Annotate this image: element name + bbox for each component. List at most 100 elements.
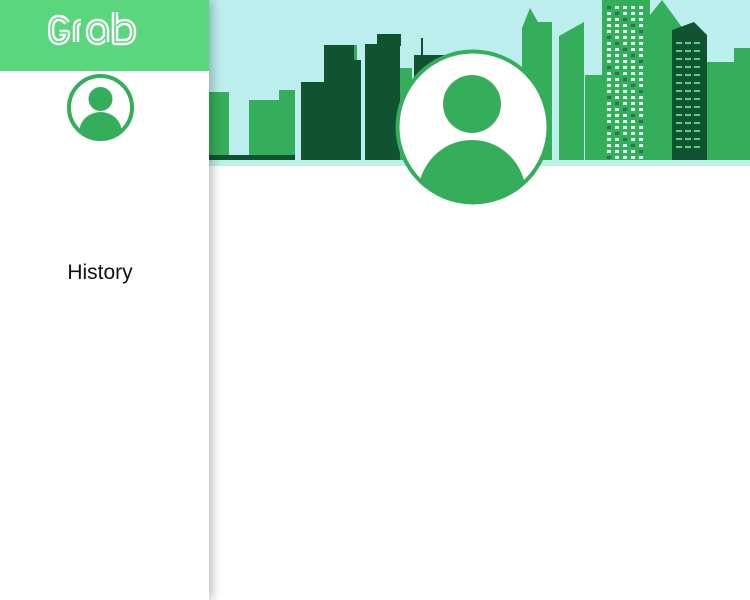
window — [685, 82, 691, 84]
window — [639, 72, 643, 75]
window — [639, 78, 643, 81]
window — [623, 156, 627, 159]
window — [607, 72, 611, 75]
window — [639, 138, 643, 141]
window — [631, 90, 635, 93]
window — [607, 6, 611, 9]
window — [623, 90, 627, 93]
window — [607, 138, 611, 141]
window — [639, 6, 643, 9]
window — [607, 156, 611, 159]
window — [623, 18, 627, 21]
window — [631, 60, 635, 63]
window — [631, 30, 635, 33]
window — [639, 36, 643, 39]
window — [631, 96, 635, 99]
window — [676, 114, 682, 116]
window — [607, 102, 611, 105]
window — [607, 36, 611, 39]
window — [623, 126, 627, 129]
window — [685, 66, 691, 68]
window — [607, 60, 611, 63]
window — [389, 138, 392, 143]
window — [639, 42, 643, 45]
window — [685, 146, 691, 148]
window — [615, 78, 619, 81]
window — [639, 132, 643, 135]
window — [623, 120, 627, 123]
window — [615, 6, 619, 9]
window — [383, 93, 386, 98]
sidebar-item-history[interactable]: History — [0, 253, 200, 293]
window — [639, 12, 643, 15]
window — [623, 84, 627, 87]
window — [631, 108, 635, 111]
window — [631, 18, 635, 21]
window — [631, 102, 635, 105]
window — [631, 156, 635, 159]
window — [615, 120, 619, 123]
window — [694, 58, 700, 60]
window — [639, 48, 643, 51]
window — [615, 66, 619, 69]
window — [615, 54, 619, 57]
window — [615, 102, 619, 105]
window — [631, 66, 635, 69]
window — [383, 84, 386, 89]
window — [639, 108, 643, 111]
window — [389, 147, 392, 152]
window — [377, 111, 380, 116]
window — [615, 12, 619, 15]
window — [389, 102, 392, 107]
window — [623, 144, 627, 147]
window — [694, 82, 700, 84]
window — [383, 120, 386, 125]
window — [676, 122, 682, 124]
window — [377, 93, 380, 98]
window — [631, 138, 635, 141]
window — [694, 130, 700, 132]
window — [685, 106, 691, 108]
window — [607, 96, 611, 99]
window — [389, 84, 392, 89]
window — [639, 90, 643, 93]
window — [615, 48, 619, 51]
window — [631, 114, 635, 117]
window — [685, 42, 691, 44]
window — [389, 93, 392, 98]
window — [694, 138, 700, 140]
window — [676, 146, 682, 148]
window — [607, 144, 611, 147]
window — [639, 54, 643, 57]
window — [631, 78, 635, 81]
profile-avatar[interactable] — [395, 48, 551, 206]
window — [615, 144, 619, 147]
window — [615, 60, 619, 63]
window — [639, 114, 643, 117]
window — [694, 74, 700, 76]
window — [676, 74, 682, 76]
sidebar-user-avatar[interactable] — [66, 73, 135, 142]
window — [607, 114, 611, 117]
window — [377, 84, 380, 89]
window — [639, 144, 643, 147]
window — [623, 54, 627, 57]
window — [623, 150, 627, 153]
window — [623, 108, 627, 111]
window — [639, 150, 643, 153]
window — [676, 98, 682, 100]
window — [607, 42, 611, 45]
window — [623, 132, 627, 135]
window — [383, 102, 386, 107]
window — [623, 96, 627, 99]
window — [607, 48, 611, 51]
window — [389, 129, 392, 134]
window — [631, 24, 635, 27]
window — [615, 108, 619, 111]
navigation-drawer: History — [0, 0, 209, 600]
window — [639, 156, 643, 159]
window — [694, 106, 700, 108]
window — [615, 30, 619, 33]
window — [623, 48, 627, 51]
window — [607, 66, 611, 69]
